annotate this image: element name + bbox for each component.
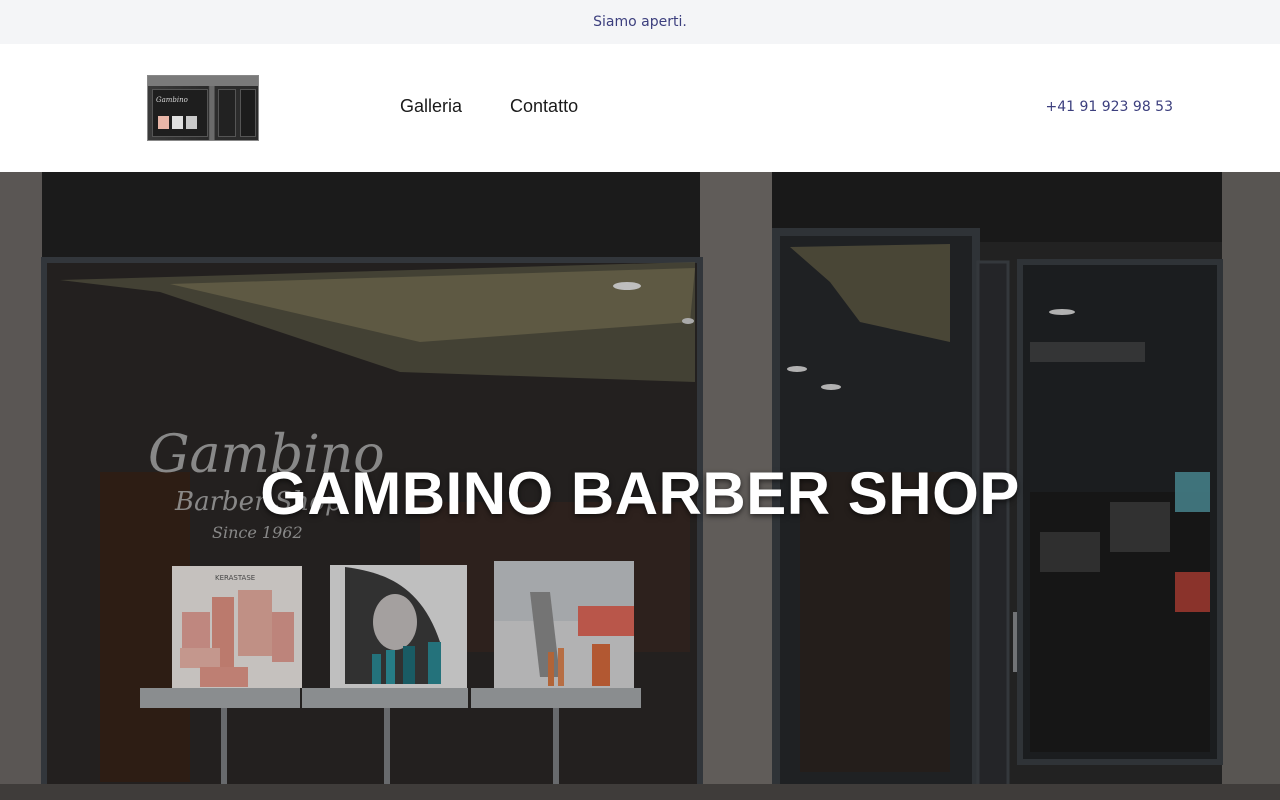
logo[interactable]: Gambino	[147, 75, 259, 141]
phone-link[interactable]: +41 91 923 98 53	[1045, 99, 1173, 115]
nav-link-galleria[interactable]: Galleria	[400, 96, 462, 117]
nav-link-contatto[interactable]: Contatto	[510, 96, 578, 117]
logo-poster	[186, 116, 197, 129]
logo-poster	[158, 116, 169, 129]
logo-door	[218, 89, 236, 137]
announcement-bar: Siamo aperti.	[0, 0, 1280, 44]
hero-banner: Gambino Barber Shop Since 1962 KERASTASE	[0, 172, 1280, 800]
logo-poster	[172, 116, 183, 129]
logo-window	[240, 89, 256, 137]
site-header: Gambino Galleria Contatto +41 91 923 98 …	[0, 44, 1280, 172]
hero-title: GAMBINO BARBER SHOP	[260, 460, 1020, 527]
logo-text: Gambino	[156, 96, 188, 104]
announcement-text: Siamo aperti.	[593, 14, 687, 30]
logo-facade	[148, 76, 258, 86]
main-nav: Galleria Contatto	[400, 96, 578, 117]
